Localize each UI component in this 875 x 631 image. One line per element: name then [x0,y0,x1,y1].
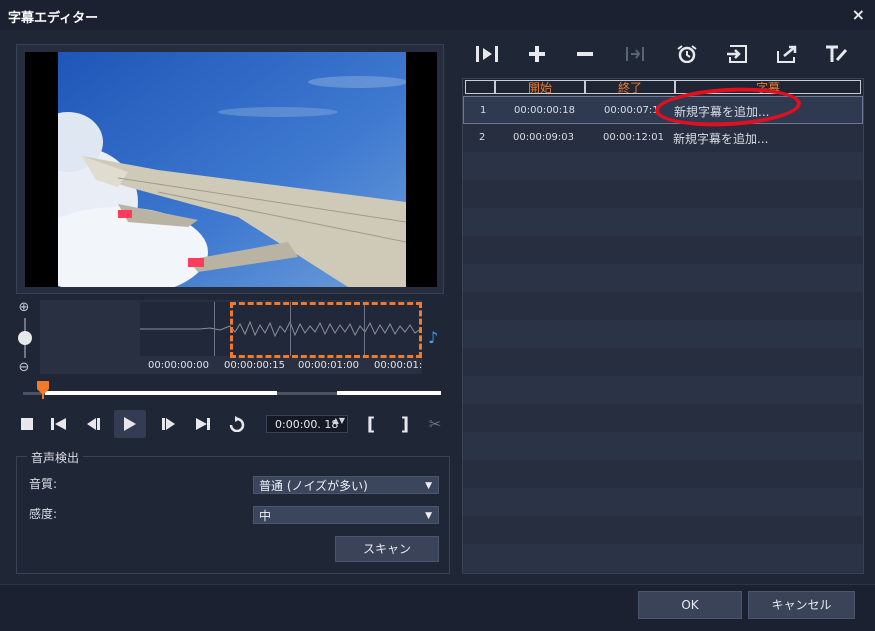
column-header-start[interactable]: 開始 [495,80,585,94]
timeline-tick: 00:00:01: [374,360,423,371]
go-to-start-icon[interactable] [46,410,72,438]
text-style-icon[interactable] [822,40,852,68]
timeline-tick: 00:00:01:00 [298,360,360,371]
time-offset-icon[interactable] [672,40,702,68]
play-subtitle-icon[interactable] [472,40,502,68]
dialog-footer [0,584,875,631]
timeline-tick: 00:00:00:00 [148,360,210,371]
row-start[interactable]: 00:00:00:18 [514,105,575,116]
merge-subtitle-icon[interactable] [620,40,650,68]
zoom-out-icon[interactable]: ⊖ [16,360,32,376]
row-index: 1 [480,105,487,116]
row-end[interactable]: 00:00:12:01 [603,132,664,143]
empty-row [463,152,863,180]
zoom-control[interactable]: ⊕ ⊖ [16,300,34,380]
timeline-divider [214,302,215,356]
chevron-down-icon: ▼ [425,511,432,521]
subtitle-segment-bar [337,391,441,395]
sensitivity-label: 感度: [29,507,58,521]
quality-value: 普通 (ノイズが多い) [259,479,368,493]
quality-select[interactable]: 普通 (ノイズが多い) ▼ [253,476,439,494]
preview-panel [16,44,444,294]
audio-detection-group: 音声検出 音質: 普通 (ノイズが多い) ▼ 感度: 中 ▼ スキャン [16,449,450,574]
table-row[interactable]: 2 00:00:09:03 00:00:12:01 新規字幕を追加... [463,124,863,152]
remove-subtitle-icon[interactable] [570,40,600,68]
audio-wave-icon[interactable]: ♪ [428,328,438,347]
close-icon[interactable]: × [852,5,865,24]
scissors-icon[interactable]: ✂ [422,410,448,438]
column-header-index[interactable] [465,80,495,94]
row-index: 2 [479,132,486,143]
subtitle-list[interactable]: 開始 終了 字幕 1 00:00:00:18 00:00:07:1 新規字幕を追… [462,78,864,574]
waveform-timeline[interactable]: 00:00:00:00 00:00:00:15 00:00:01:00 00:0… [40,300,423,374]
empty-row [463,516,863,544]
column-header-end[interactable]: 終了 [585,80,675,94]
row-end[interactable]: 00:00:07:1 [604,105,659,116]
empty-row [463,236,863,264]
sensitivity-select[interactable]: 中 ▼ [253,506,439,524]
video-frame [58,52,406,287]
group-title: 音声検出 [27,449,84,466]
repeat-icon[interactable] [224,410,250,438]
empty-row [463,180,863,208]
stop-icon[interactable] [14,410,40,438]
next-frame-icon[interactable] [156,410,182,438]
timecode-value: 0:00:00. 18 [275,418,339,431]
playhead-marker[interactable] [37,381,49,399]
go-to-end-icon[interactable] [190,410,216,438]
subtitle-selection-range[interactable] [230,302,422,358]
add-subtitle-icon[interactable] [522,40,552,68]
timecode-input[interactable]: 0:00:00. 18 ▲▼ [266,415,348,433]
export-subtitle-icon[interactable] [772,40,802,68]
ok-button[interactable]: OK [638,591,742,619]
list-header: 開始 終了 字幕 [463,79,863,95]
scrub-bar[interactable] [23,390,441,396]
empty-row [463,544,863,572]
empty-row [463,488,863,516]
previous-frame-icon[interactable] [80,410,106,438]
empty-row [463,208,863,236]
empty-row [463,320,863,348]
subtitle-segment-bar [45,391,277,395]
airplane-wing-image [58,52,406,287]
empty-row [463,292,863,320]
row-start[interactable]: 00:00:09:03 [513,132,574,143]
cancel-button[interactable]: キャンセル [748,591,855,619]
mark-out-icon[interactable]: ] [392,410,418,438]
empty-row [463,376,863,404]
playback-controls: 0:00:00. 18 ▲▼ [ ] ✂ [14,408,446,440]
empty-row [463,264,863,292]
mark-in-icon[interactable]: [ [358,410,384,438]
empty-row [463,348,863,376]
quality-label: 音質: [29,477,58,491]
zoom-in-icon[interactable]: ⊕ [16,300,32,316]
chevron-down-icon: ▼ [425,481,432,491]
import-subtitle-icon[interactable] [722,40,752,68]
timecode-spinner-icon[interactable]: ▲▼ [333,417,345,425]
zoom-slider-knob[interactable] [18,331,32,345]
play-button[interactable] [114,410,146,438]
scan-button[interactable]: スキャン [335,536,439,562]
empty-row [463,404,863,432]
sensitivity-value: 中 [259,509,272,523]
subtitle-toolbar [468,38,860,70]
video-preview [25,52,437,287]
empty-row [463,460,863,488]
timeline-tick: 00:00:00:15 [224,360,286,371]
empty-row [463,432,863,460]
title-bar: 字幕エディター × [0,0,875,30]
row-text[interactable]: 新規字幕を追加... [673,130,768,147]
window-title: 字幕エディター [8,11,99,26]
